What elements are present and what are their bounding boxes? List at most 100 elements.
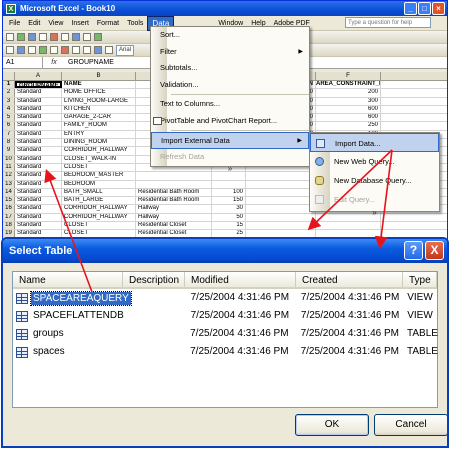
menu-item-new-database-query[interactable]: New Database Query... (310, 171, 439, 190)
paste-icon[interactable] (83, 33, 91, 41)
cell-a[interactable]: Standard (15, 97, 62, 105)
menu-item-text-to-columns[interactable]: Text to Columns... (151, 96, 309, 113)
toolbar-icon[interactable] (6, 46, 14, 54)
cell-f[interactable]: 600 (316, 105, 381, 114)
cell-e[interactable] (246, 213, 316, 222)
cell-a[interactable]: Standard (15, 222, 62, 230)
menu-format[interactable]: Format (93, 17, 123, 30)
toolbar-icon[interactable] (105, 46, 113, 54)
menu-expand-chevron-icon[interactable]: » (151, 165, 309, 173)
row-header[interactable]: 3 (3, 97, 15, 105)
cell-f[interactable]: 600 (316, 114, 381, 122)
toolbar-icon[interactable] (83, 46, 91, 54)
fx-icon[interactable]: fx (43, 59, 65, 66)
cell-a[interactable]: Standard (15, 163, 62, 172)
cell-e[interactable] (246, 172, 316, 180)
cell-c[interactable]: Residential Closet (136, 222, 212, 230)
column-header[interactable]: F (316, 72, 381, 80)
cell-b[interactable]: BEDROOM_MASTER (62, 172, 136, 180)
row-header[interactable]: 5 (3, 114, 15, 122)
list-item[interactable]: groups 7/25/2004 4:31:46 PM 7/25/2004 4:31… (13, 325, 438, 343)
row-header[interactable]: 8 (3, 139, 15, 147)
item-name-cell[interactable]: spaces (13, 343, 122, 361)
toolbar-icon[interactable] (28, 46, 36, 54)
cell-d[interactable]: 15 (212, 222, 246, 230)
menu-item-new-web-query[interactable]: New Web Query... (310, 152, 439, 171)
cell-b[interactable]: KITCHEN (62, 105, 136, 114)
row-header[interactable]: 7 (3, 130, 15, 139)
row-header[interactable]: 1 (3, 81, 15, 89)
row-header[interactable]: 12 (3, 172, 15, 180)
cell-b[interactable]: FAMILY_ROOM (62, 122, 136, 130)
minimize-button[interactable]: _ (404, 2, 417, 15)
cell-c[interactable]: Hallway (136, 205, 212, 213)
cell-f[interactable]: AREA_CONSTRAINT_MAX (316, 81, 381, 89)
cell-c[interactable]: Residential Bath Room (136, 197, 212, 205)
cell-e[interactable] (246, 197, 316, 205)
cell-a[interactable]: Standard (15, 105, 62, 114)
row-header[interactable]: 18 (3, 222, 15, 230)
cell-b[interactable]: DINING_ROOM (62, 139, 136, 147)
cell-c[interactable]: Residential Bath Room (136, 188, 212, 197)
row-header[interactable]: 4 (3, 105, 15, 114)
row-header[interactable]: 16 (3, 205, 15, 213)
cell-b[interactable]: CORRIDOR_HALLWAY (62, 213, 136, 222)
item-name-cell[interactable]: SPACEFLATTENDB (13, 307, 124, 325)
sort-icon[interactable] (94, 33, 102, 41)
menu-item-import-external-data[interactable]: Import External Data ▶ (151, 132, 309, 149)
row-header[interactable]: 6 (3, 122, 15, 130)
cell-e[interactable] (246, 180, 316, 188)
cell-a[interactable]: Standard (15, 172, 62, 180)
cell-a[interactable]: Standard (15, 139, 62, 147)
row-header[interactable]: 15 (3, 197, 15, 205)
cell-b[interactable]: BATH_SMALL (62, 188, 136, 197)
ok-button[interactable]: OK (295, 414, 369, 436)
column-header-name[interactable]: Name (13, 272, 123, 287)
cell-d[interactable]: 150 (212, 197, 246, 205)
menu-tools[interactable]: Tools (123, 17, 147, 30)
dialog-close-button[interactable]: X (425, 241, 444, 260)
menu-item-subtotals[interactable]: Subtotals... (151, 60, 309, 77)
cell-a[interactable]: Standard (15, 188, 62, 197)
cell-b[interactable]: GARAGE_2-CAR (62, 114, 136, 122)
row-header[interactable]: 14 (3, 188, 15, 197)
help-button[interactable]: ? (404, 241, 423, 260)
font-name-box[interactable]: Arial (116, 44, 135, 56)
cell-a[interactable]: GROUPNAME (15, 81, 62, 89)
toolbar-icon[interactable] (39, 46, 47, 54)
item-name-cell[interactable]: SPACEAREAQUERY (13, 289, 132, 307)
cell-a[interactable]: Standard (15, 180, 62, 188)
cell-b[interactable]: BEDROOM (62, 180, 136, 188)
cell-a[interactable]: Standard (15, 197, 62, 205)
spelling-icon[interactable] (50, 33, 58, 41)
cell-f[interactable] (316, 222, 381, 230)
column-header-modified[interactable]: Modified (185, 272, 296, 287)
menu-file[interactable]: File (5, 17, 24, 30)
save-icon[interactable] (28, 33, 36, 41)
menu-item-sort[interactable]: Sort... (151, 27, 309, 44)
menu-view[interactable]: View (44, 17, 67, 30)
name-box[interactable]: A1 (3, 57, 43, 68)
cell-c[interactable] (136, 180, 212, 188)
toolbar-icon[interactable] (94, 46, 102, 54)
cell-d[interactable] (212, 180, 246, 188)
cell-b[interactable]: CLOSET (62, 163, 136, 172)
cell-e[interactable] (246, 188, 316, 197)
cell-a[interactable]: Standard (15, 130, 62, 139)
cell-d[interactable] (212, 172, 246, 180)
column-header-created[interactable]: Created (296, 272, 403, 287)
column-header-type[interactable]: Type (403, 272, 437, 287)
cell-a[interactable]: Standard (15, 155, 62, 163)
item-name-cell[interactable]: groups (13, 325, 122, 343)
maximize-button[interactable]: □ (418, 2, 431, 15)
cell-a[interactable]: Standard (15, 147, 62, 155)
list-item[interactable]: SPACEFLATTENDB 7/25/2004 4:31:46 PM 7/25/2… (13, 307, 437, 325)
cell-f[interactable]: 200 (316, 89, 381, 97)
cancel-button[interactable]: Cancel (374, 414, 447, 436)
cell-b[interactable]: NAME (62, 81, 136, 89)
row-header[interactable]: 17 (3, 213, 15, 222)
open-icon[interactable] (17, 33, 25, 41)
menu-item-pivot[interactable]: PivotTable and PivotChart Report... (151, 113, 309, 130)
copy-icon[interactable] (72, 33, 80, 41)
toolbar-icon[interactable] (50, 46, 58, 54)
